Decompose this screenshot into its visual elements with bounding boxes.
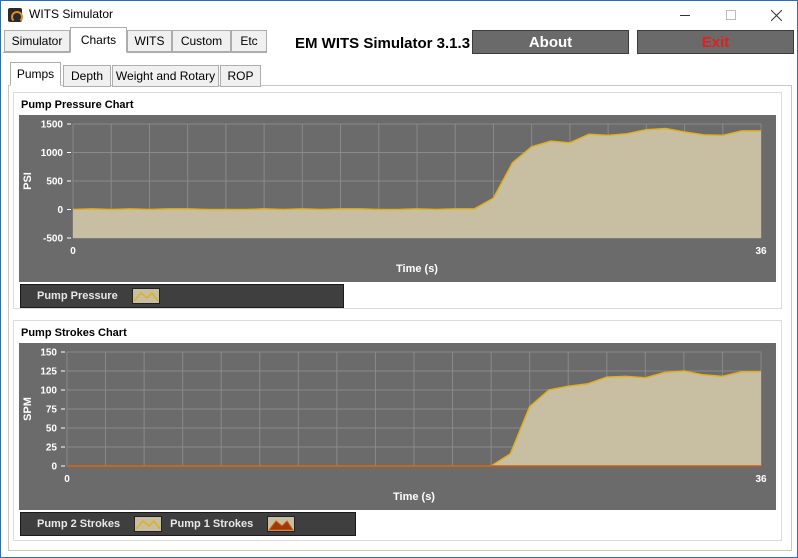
x-tick-label: 0 <box>64 474 70 485</box>
chart-title: Pump Strokes Chart <box>21 327 127 339</box>
close-button[interactable] <box>753 1 798 29</box>
y-tick-label: 25 <box>46 443 58 454</box>
pump-strokes-chart: 0 25 50 75 100 125 150 0 36 Time (s) SPM <box>19 343 776 510</box>
y-tick-label: 75 <box>46 405 58 416</box>
chart-legend: Pump 2 Strokes Pump 1 Strokes <box>20 512 356 536</box>
legend-label: Pump Pressure <box>37 290 118 302</box>
close-icon <box>770 9 782 21</box>
y-tick-label: 1500 <box>41 120 64 131</box>
tab-wits[interactable]: WITS <box>127 30 172 52</box>
x-tick-label: 0 <box>70 246 76 257</box>
tab-label: Custom <box>180 34 223 48</box>
y-tick-label: 50 <box>46 424 58 435</box>
app-icon <box>8 8 23 23</box>
tab-pumps[interactable]: Pumps <box>10 62 61 86</box>
about-button[interactable]: About <box>472 30 629 54</box>
y-tick-label: 0 <box>57 205 63 216</box>
tab-label: Charts <box>80 33 117 47</box>
pump-strokes-group: Pump Strokes Chart 0 25 50 75 100 125 150 0 36 Ti… <box>13 320 782 541</box>
tab-label: Etc <box>240 34 258 48</box>
y-tick-label: 500 <box>46 177 63 188</box>
y-tick-label: 100 <box>40 386 57 397</box>
x-tick-label: 36 <box>755 246 767 257</box>
tab-label: Depth <box>70 69 104 83</box>
y-tick-label: -500 <box>43 234 63 245</box>
legend-swatch-icon <box>134 516 163 532</box>
x-axis-label: Time (s) <box>396 263 438 275</box>
minimize-icon <box>680 14 690 16</box>
x-axis-label: Time (s) <box>393 491 435 503</box>
y-tick-label: 0 <box>51 462 57 473</box>
y-axis-label: SPM <box>22 397 34 421</box>
exit-button[interactable]: Exit <box>637 30 794 54</box>
title-bar[interactable]: WITS Simulator <box>1 1 797 29</box>
maximize-icon <box>726 10 736 20</box>
tab-custom[interactable]: Custom <box>172 30 231 52</box>
legend-label: Pump 2 Strokes <box>37 518 121 530</box>
pump-pressure-chart: -500 0 500 1000 1500 0 36 Time (s) PSI <box>19 115 776 282</box>
tab-label: Weight and Rotary <box>115 69 216 83</box>
tab-label: Pumps <box>16 67 55 81</box>
minimize-button[interactable] <box>662 1 708 29</box>
app-window: WITS Simulator Simulator Charts WITS Cus… <box>0 0 798 558</box>
tab-label: WITS <box>134 34 165 48</box>
tab-simulator[interactable]: Simulator <box>4 30 70 52</box>
tab-rop[interactable]: ROP <box>220 65 261 87</box>
chart-title: Pump Pressure Chart <box>21 99 134 111</box>
legend-swatch-icon <box>131 288 160 304</box>
y-tick-label: 1000 <box>41 148 64 159</box>
tab-depth[interactable]: Depth <box>63 65 111 87</box>
x-tick-label: 36 <box>755 474 767 485</box>
tab-charts[interactable]: Charts <box>70 27 127 53</box>
legend-label: Pump 1 Strokes <box>170 518 254 530</box>
y-tick-label: 150 <box>40 348 57 359</box>
y-tick-label: 125 <box>40 367 57 378</box>
legend-swatch-icon <box>267 516 296 532</box>
tab-label: ROP <box>227 69 254 83</box>
tabstrip-divider <box>3 52 267 53</box>
maximize-button[interactable] <box>708 1 754 29</box>
tab-etc[interactable]: Etc <box>231 30 267 52</box>
tab-weight-and-rotary[interactable]: Weight and Rotary <box>112 65 219 87</box>
chart-legend: Pump Pressure <box>20 284 344 308</box>
y-axis-label: PSI <box>22 172 34 190</box>
tab-label: Simulator <box>11 34 63 48</box>
window-title: WITS Simulator <box>29 7 114 21</box>
app-heading: EM WITS Simulator 3.1.3 <box>295 35 471 52</box>
pump-pressure-group: Pump Pressure Chart -500 0 500 1000 1500 0 36 T… <box>13 92 782 309</box>
